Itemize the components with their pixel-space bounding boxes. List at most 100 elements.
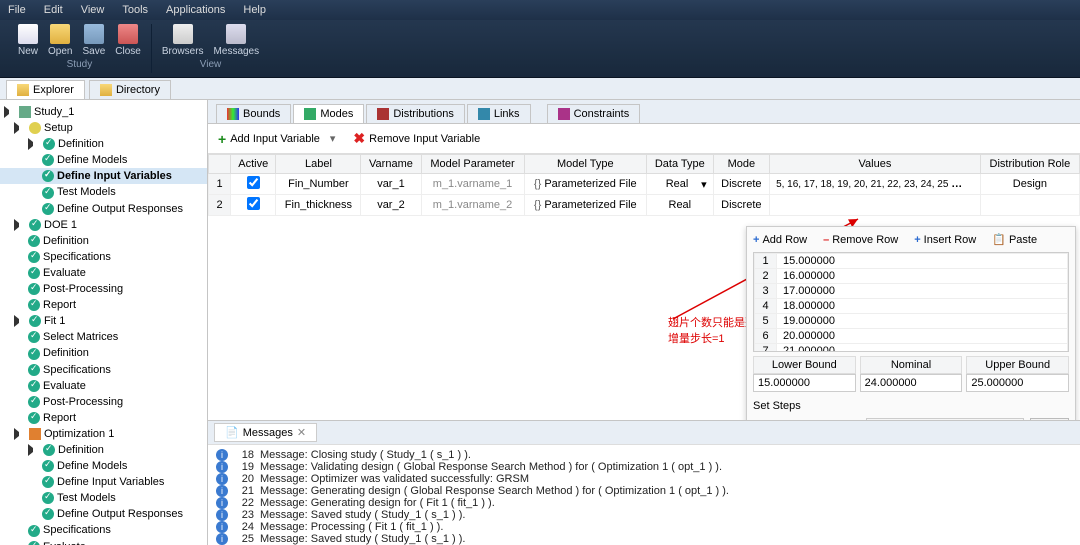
remove-row-button[interactable]: –Remove Row: [823, 233, 898, 246]
close-button[interactable]: Close: [115, 24, 141, 57]
value-row[interactable]: 115.000000: [755, 254, 1068, 269]
tree-test-models[interactable]: Test Models: [0, 184, 207, 200]
cell-mode[interactable]: Discrete: [713, 174, 769, 195]
paste-button[interactable]: 📋Paste: [992, 233, 1037, 246]
tree-opt-define-models[interactable]: Define Models: [0, 458, 207, 474]
cell-model-parameter[interactable]: m_1.varname_2: [421, 195, 524, 216]
value-row[interactable]: 519.000000: [755, 314, 1068, 329]
cell-model-parameter[interactable]: m_1.varname_1: [421, 174, 524, 195]
tree-study[interactable]: Study_1: [0, 104, 207, 120]
tree-doe[interactable]: DOE 1: [0, 217, 207, 233]
menu-view[interactable]: View: [81, 4, 105, 16]
header-model-type[interactable]: Model Type: [524, 155, 646, 174]
expand-icon[interactable]: [14, 219, 26, 231]
sub-tab-distributions[interactable]: Distributions: [366, 104, 465, 123]
tree-define-input-variables[interactable]: Define Input Variables: [0, 168, 207, 184]
value-cell[interactable]: 18.000000: [777, 299, 1068, 314]
table-row[interactable]: 1 Fin_Number var_1 m_1.varname_1 {} Para…: [209, 174, 1080, 195]
nominal-input[interactable]: [860, 374, 963, 392]
messages-body[interactable]: i18Message: Closing study ( Study_1 ( s_…: [208, 445, 1080, 545]
menu-help[interactable]: Help: [243, 4, 266, 16]
header-mode[interactable]: Mode: [713, 155, 769, 174]
tree-doe-evaluate[interactable]: Evaluate: [0, 265, 207, 281]
expand-icon[interactable]: [28, 444, 40, 456]
tree-setup[interactable]: Setup: [0, 120, 207, 136]
tree-opt-test-models[interactable]: Test Models: [0, 490, 207, 506]
value-row[interactable]: 317.000000: [755, 284, 1068, 299]
tree-fit-specifications[interactable]: Specifications: [0, 362, 207, 378]
value-row[interactable]: 418.000000: [755, 299, 1068, 314]
cell-data-type[interactable]: Real: [647, 195, 714, 216]
add-input-variable-button[interactable]: +Add Input Variable▾: [218, 131, 335, 147]
set-points-button[interactable]: Set: [1030, 418, 1069, 420]
tree-optimization[interactable]: Optimization 1: [0, 426, 207, 442]
cell-distribution-role[interactable]: [980, 195, 1079, 216]
cell-values[interactable]: [770, 195, 981, 216]
tree-define-output-responses[interactable]: Define Output Responses: [0, 201, 207, 217]
value-row[interactable]: 620.000000: [755, 329, 1068, 344]
tree-fit-definition[interactable]: Definition: [0, 345, 207, 361]
tree-opt-define-input-variables[interactable]: Define Input Variables: [0, 474, 207, 490]
value-cell[interactable]: 19.000000: [777, 314, 1068, 329]
value-row[interactable]: 721.000000: [755, 344, 1068, 353]
tree-opt-specifications[interactable]: Specifications: [0, 522, 207, 538]
tree-definition[interactable]: Definition: [0, 136, 207, 152]
value-cell[interactable]: 16.000000: [777, 269, 1068, 284]
add-row-button[interactable]: +Add Row: [753, 233, 807, 246]
values-list[interactable]: 115.000000216.000000317.000000418.000000…: [753, 252, 1069, 352]
messages-tab[interactable]: 📄 Messages ✕: [214, 423, 317, 442]
lower-bound-input[interactable]: [753, 374, 856, 392]
expand-icon[interactable]: [14, 428, 26, 440]
tree-doe-post-processing[interactable]: Post-Processing: [0, 281, 207, 297]
active-checkbox[interactable]: [247, 197, 260, 210]
tree-define-models[interactable]: Define Models: [0, 152, 207, 168]
cell-values[interactable]: 5, 16, 17, 18, 19, 20, 21, 22, 23, 24, 2…: [770, 174, 981, 195]
table-row[interactable]: 2 Fin_thickness var_2 m_1.varname_2 {} P…: [209, 195, 1080, 216]
menu-edit[interactable]: Edit: [44, 4, 63, 16]
expand-icon[interactable]: [4, 106, 16, 118]
cell-distribution-role[interactable]: Design: [980, 174, 1079, 195]
tree-doe-specifications[interactable]: Specifications: [0, 249, 207, 265]
tab-directory[interactable]: Directory: [89, 80, 171, 99]
messages-button[interactable]: Messages: [214, 24, 260, 57]
sub-tab-links[interactable]: Links: [467, 104, 531, 123]
menu-tools[interactable]: Tools: [122, 4, 148, 16]
header-distribution-role[interactable]: Distribution Role: [980, 155, 1079, 174]
upper-bound-input[interactable]: [966, 374, 1069, 392]
value-cell[interactable]: 20.000000: [777, 329, 1068, 344]
menu-applications[interactable]: Applications: [166, 4, 225, 16]
header-label[interactable]: Label: [276, 155, 361, 174]
tree-opt-definition[interactable]: Definition: [0, 442, 207, 458]
expand-icon[interactable]: [28, 138, 40, 150]
value-cell[interactable]: 21.000000: [777, 344, 1068, 353]
cell-label[interactable]: Fin_Number: [276, 174, 361, 195]
tree-fit[interactable]: Fit 1: [0, 313, 207, 329]
sub-tab-constraints[interactable]: Constraints: [547, 104, 641, 123]
sub-tab-modes[interactable]: Modes: [293, 104, 364, 123]
cell-varname[interactable]: var_2: [361, 195, 421, 216]
cell-active[interactable]: [231, 174, 276, 195]
value-cell[interactable]: 17.000000: [777, 284, 1068, 299]
tree-fit-select-matrices[interactable]: Select Matrices: [0, 329, 207, 345]
new-button[interactable]: New: [18, 24, 38, 57]
header-values[interactable]: Values: [770, 155, 981, 174]
cell-active[interactable]: [231, 195, 276, 216]
header-model-parameter[interactable]: Model Parameter: [421, 155, 524, 174]
open-button[interactable]: Open: [48, 24, 72, 57]
tree-opt-define-output-responses[interactable]: Define Output Responses: [0, 506, 207, 522]
active-checkbox[interactable]: [247, 176, 260, 189]
sub-tab-bounds[interactable]: Bounds: [216, 104, 291, 123]
close-messages-icon[interactable]: ✕: [297, 426, 306, 439]
tree-opt-evaluate[interactable]: Evaluate: [0, 539, 207, 545]
cell-mode[interactable]: Discrete: [713, 195, 769, 216]
tree-fit-evaluate[interactable]: Evaluate: [0, 378, 207, 394]
dropdown-icon[interactable]: ▾: [330, 132, 336, 145]
remove-input-variable-button[interactable]: ✖Remove Input Variable: [353, 130, 480, 147]
header-data-type[interactable]: Data Type: [647, 155, 714, 174]
expand-icon[interactable]: [14, 315, 26, 327]
value-row[interactable]: 216.000000: [755, 269, 1068, 284]
cell-label[interactable]: Fin_thickness: [276, 195, 361, 216]
tree-fit-report[interactable]: Report: [0, 410, 207, 426]
value-cell[interactable]: 15.000000: [777, 254, 1068, 269]
menu-file[interactable]: File: [8, 4, 26, 16]
